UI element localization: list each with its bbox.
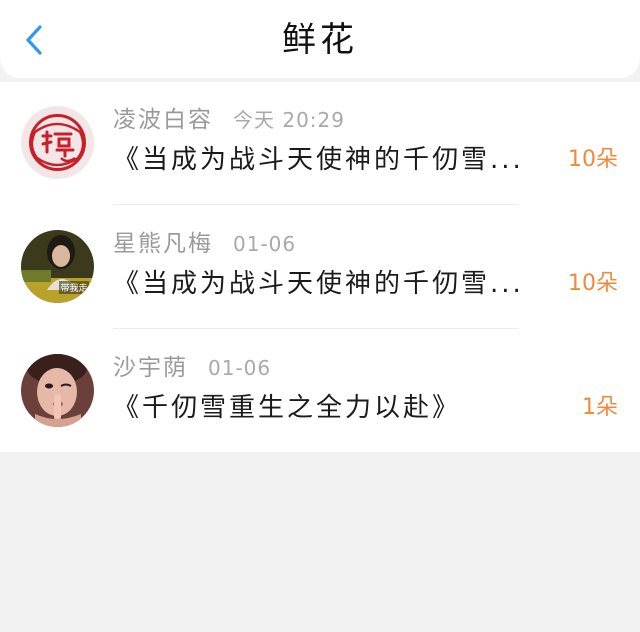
flower-count: 10朵 — [568, 147, 618, 172]
flower-count: 1朵 — [582, 395, 618, 420]
timestamp: 01-06 — [208, 356, 272, 380]
user-name[interactable]: 星熊凡梅 — [113, 224, 213, 258]
fu-character-avatar[interactable] — [21, 106, 94, 179]
book-title[interactable]: 《当成为战斗天使神的千仞雪... — [113, 266, 558, 302]
name-line: 沙宇荫 01-06 — [113, 348, 271, 382]
flower-list: 凌波白容 今天 20:29 《当成为战斗天使神的千仞雪... 10朵 带我走 星… — [0, 82, 640, 452]
list-item[interactable]: 沙宇荫 01-06 《千仞雪重生之全力以赴》 1朵 — [0, 330, 640, 454]
user-name[interactable]: 凌波白容 — [113, 100, 213, 134]
page-title: 鲜花 — [282, 20, 358, 60]
divider — [113, 328, 518, 329]
name-line: 凌波白容 今天 20:29 — [113, 100, 345, 134]
divider — [113, 204, 518, 205]
timestamp: 01-06 — [233, 232, 297, 256]
photo-avatar[interactable] — [21, 354, 94, 427]
header-bar: 鲜花 — [0, 0, 640, 78]
name-line: 星熊凡梅 01-06 — [113, 224, 296, 258]
photo-avatar[interactable]: 带我走 — [21, 230, 94, 303]
avatar-caption: 带我走 — [60, 283, 87, 294]
list-item[interactable]: 凌波白容 今天 20:29 《当成为战斗天使神的千仞雪... 10朵 — [0, 82, 640, 206]
timestamp: 今天 20:29 — [233, 108, 345, 132]
user-name[interactable]: 沙宇荫 — [113, 348, 188, 382]
book-title[interactable]: 《千仞雪重生之全力以赴》 — [113, 390, 558, 426]
page: 鲜花 凌波白容 今天 20:29 《当成为战斗天使神的千仞雪... 10朵 带我… — [0, 0, 640, 632]
list-item[interactable]: 带我走 星熊凡梅 01-06 《当成为战斗天使神的千仞雪... 10朵 — [0, 206, 640, 330]
book-title[interactable]: 《当成为战斗天使神的千仞雪... — [113, 142, 558, 178]
flower-count: 10朵 — [568, 271, 618, 296]
